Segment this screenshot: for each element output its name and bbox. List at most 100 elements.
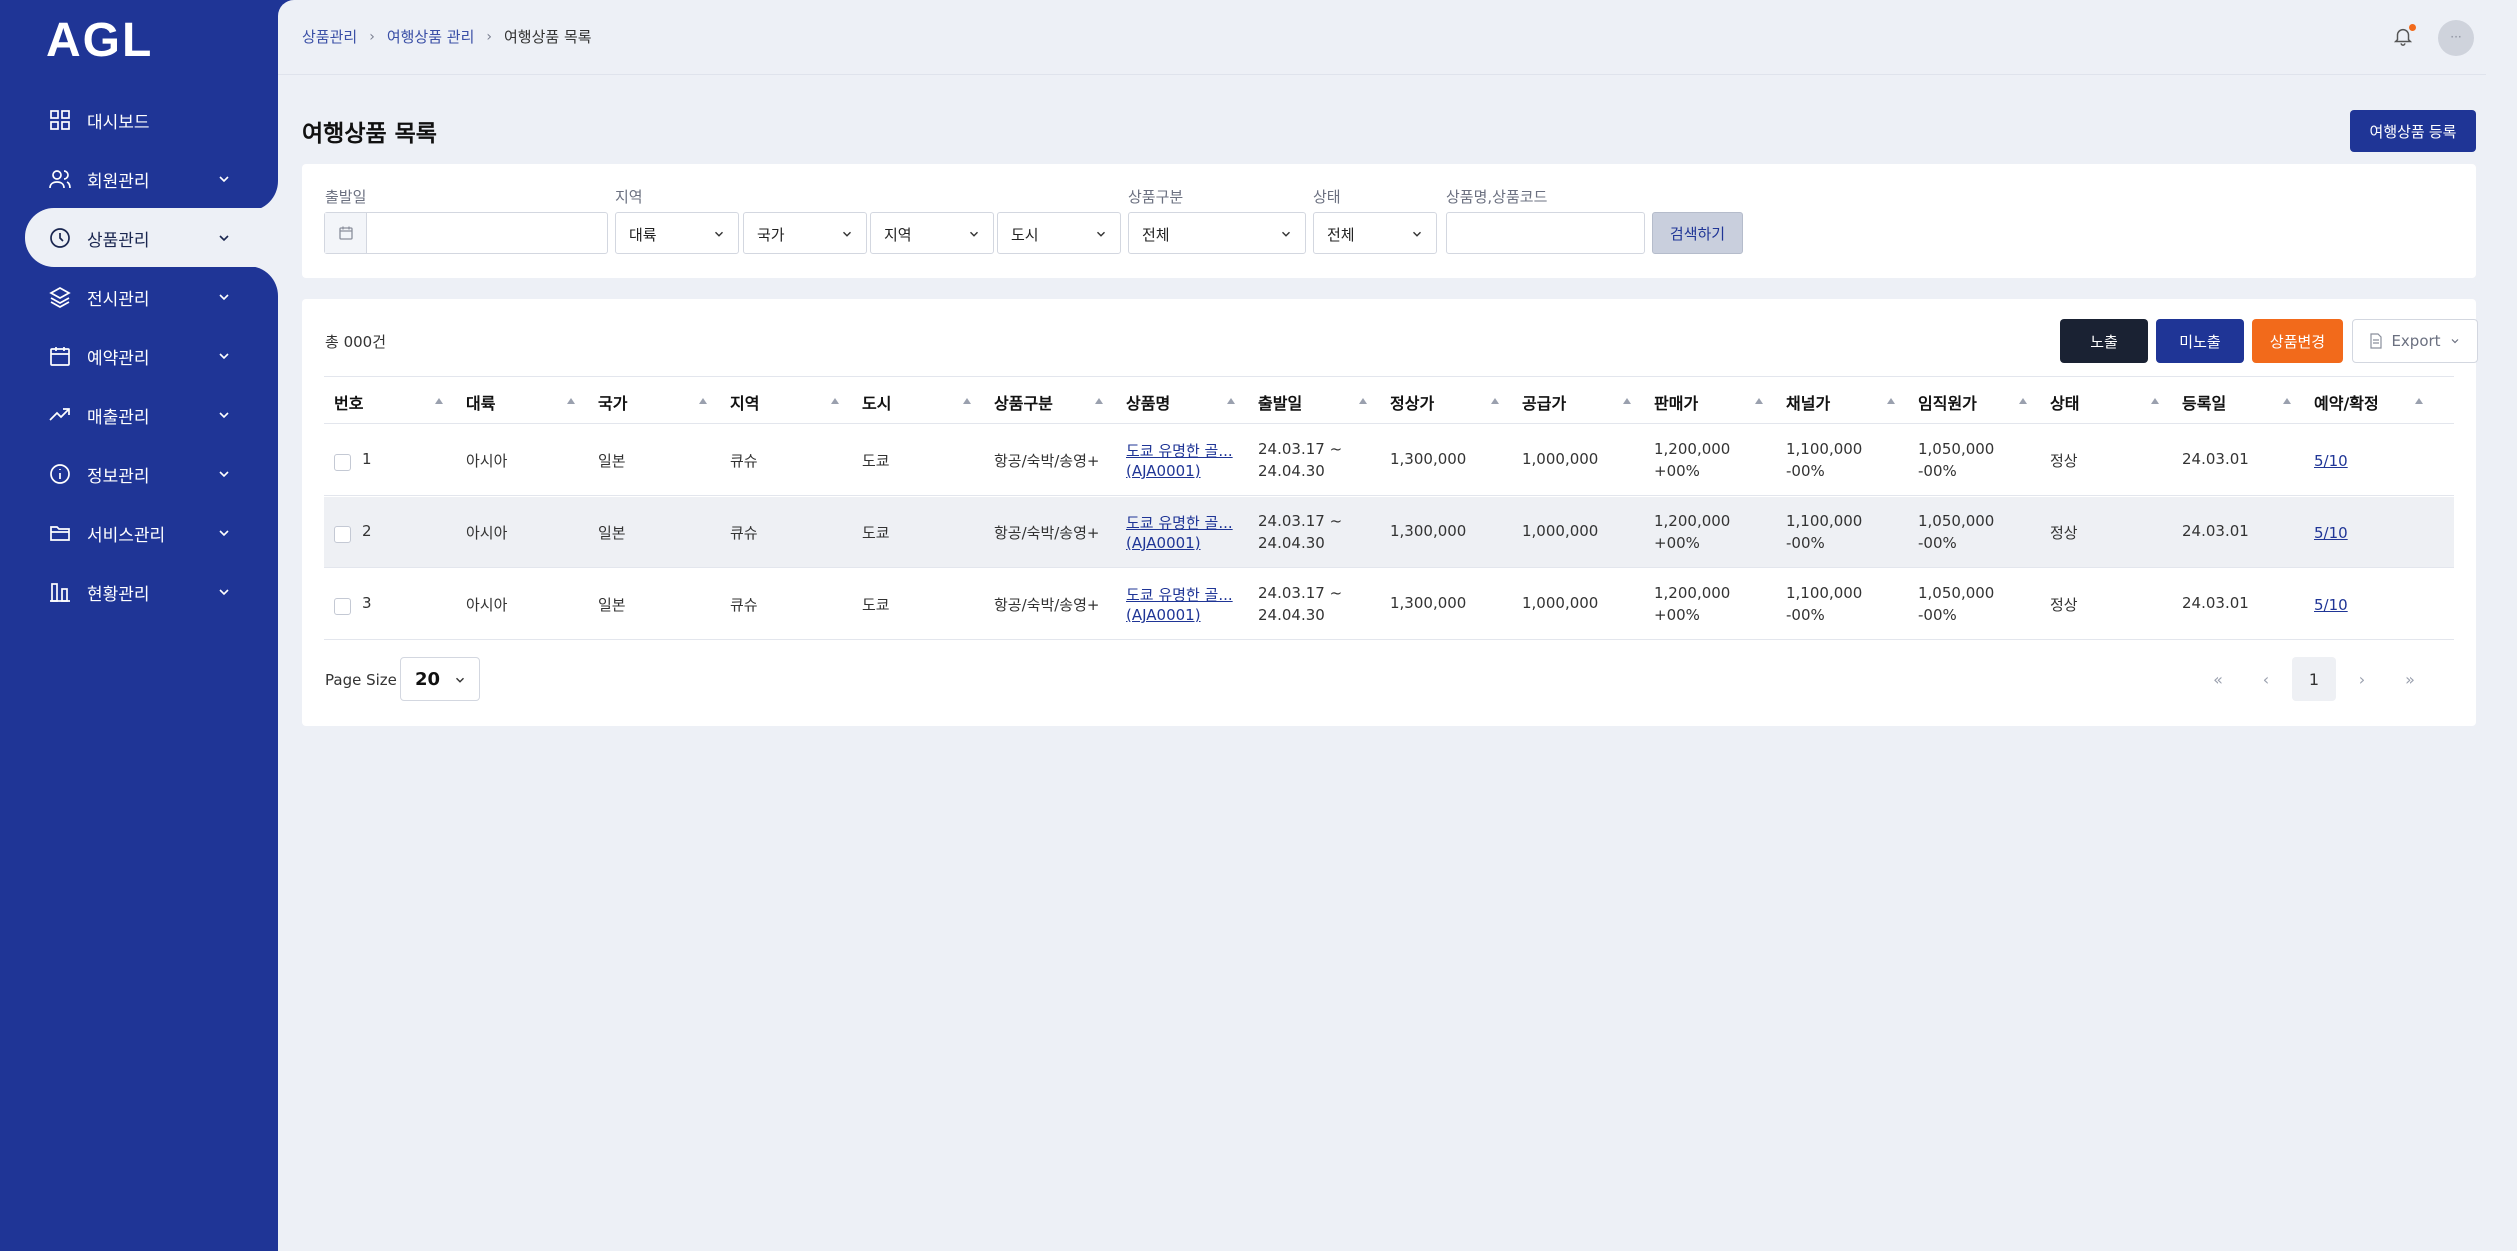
avatar[interactable]: ··· (2438, 20, 2474, 56)
product-name-link[interactable]: 도쿄 유명한 골... (1126, 512, 1233, 533)
column-header[interactable]: 등록일 (2182, 390, 2226, 414)
chevron-down-icon (2451, 339, 2458, 344)
sidebar-item-info[interactable]: 정보관리 (0, 444, 278, 503)
chevron-down-icon (1282, 231, 1290, 237)
sort-icon[interactable] (962, 397, 972, 405)
register-product-button[interactable]: 여행상품 등록 (2350, 110, 2476, 152)
sort-icon[interactable] (1754, 397, 1764, 405)
sidebar-item-dashboard[interactable]: 대시보드 (0, 90, 278, 149)
first-page-button[interactable]: « (2196, 657, 2240, 701)
status-select[interactable]: 전체 (1313, 212, 1437, 254)
country-select[interactable]: 국가 (743, 212, 867, 254)
breadcrumb-item[interactable]: 여행상품 관리 (387, 26, 475, 47)
search-button[interactable]: 검색하기 (1652, 212, 1743, 254)
booking-link[interactable]: 5/10 (2314, 452, 2348, 470)
sort-icon[interactable] (1490, 397, 1500, 405)
column-header[interactable]: 임직원가 (1918, 390, 1977, 414)
document-icon (2370, 333, 2383, 349)
column-header[interactable]: 상품명 (1126, 390, 1170, 414)
sort-icon[interactable] (1886, 397, 1896, 405)
product-code-link[interactable]: (AJA0001) (1126, 606, 1201, 624)
status-label: 상태 (1313, 188, 1341, 206)
cell-category: 항공/숙박/송영+ (994, 524, 1100, 542)
change-product-button[interactable]: 상품변경 (2252, 319, 2343, 363)
row-checkbox[interactable] (334, 598, 351, 615)
category-select[interactable]: 전체 (1128, 212, 1306, 254)
select-value: 국가 (757, 226, 785, 244)
sidebar-item-display[interactable]: 전시관리 (0, 267, 278, 326)
column-header[interactable]: 상품구분 (994, 390, 1053, 414)
sort-icon[interactable] (2414, 397, 2424, 405)
row-checkbox[interactable] (334, 454, 351, 471)
sidebar-item-products[interactable]: 상품관리 (25, 208, 278, 267)
sort-icon[interactable] (1094, 397, 1104, 405)
column-header[interactable]: 판매가 (1654, 390, 1698, 414)
column-header[interactable]: 지역 (730, 390, 759, 414)
hide-button[interactable]: 미노출 (2156, 319, 2244, 363)
calendar-icon (339, 226, 353, 240)
sort-icon[interactable] (1226, 397, 1236, 405)
column-header[interactable]: 대륙 (466, 390, 495, 414)
page-number-current[interactable]: 1 (2292, 657, 2336, 701)
cell-no: 3 (362, 594, 372, 612)
sort-icon[interactable] (566, 397, 576, 405)
cell-continent: 아시아 (466, 524, 508, 542)
select-value: 대륙 (629, 226, 657, 244)
column-header[interactable]: 출발일 (1258, 390, 1302, 414)
sort-icon[interactable] (2150, 397, 2160, 405)
show-button[interactable]: 노출 (2060, 319, 2148, 363)
sort-icon[interactable] (2282, 397, 2292, 405)
sort-icon[interactable] (1622, 397, 1632, 405)
column-header[interactable]: 예약/확정 (2314, 390, 2379, 414)
sidebar-item-status[interactable]: 현황관리 (0, 562, 278, 621)
row-checkbox[interactable] (334, 526, 351, 543)
table-row[interactable]: 2 아시아 일본 큐슈 도쿄 항공/숙박/송영+ 도쿄 유명한 골... (AJ… (324, 497, 2454, 568)
sidebar-item-services[interactable]: 서비스관리 (0, 503, 278, 562)
table-row[interactable]: 1 아시아 일본 큐슈 도쿄 항공/숙박/송영+ 도쿄 유명한 골... (AJ… (324, 425, 2454, 496)
table-row[interactable]: 3 아시아 일본 큐슈 도쿄 항공/숙박/송영+ 도쿄 유명한 골... (AJ… (324, 569, 2454, 640)
sort-icon[interactable] (698, 397, 708, 405)
sidebar-item-members[interactable]: 회원관리 (0, 149, 278, 208)
page-size-value: 20 (415, 669, 441, 690)
users-icon (49, 170, 71, 189)
sidebar-item-label: 현황관리 (87, 585, 150, 605)
sort-icon[interactable] (2018, 397, 2028, 405)
product-code-link[interactable]: (AJA0001) (1126, 462, 1201, 480)
region-select[interactable]: 지역 (870, 212, 994, 254)
region-label: 지역 (615, 188, 643, 206)
sidebar-item-reservations[interactable]: 예약관리 (0, 326, 278, 385)
column-header[interactable]: 공급가 (1522, 390, 1566, 414)
booking-link[interactable]: 5/10 (2314, 524, 2348, 542)
next-page-button[interactable]: › (2340, 657, 2384, 701)
city-select[interactable]: 도시 (997, 212, 1121, 254)
cell-departure-to: 24.04.30 (1258, 534, 1325, 552)
continent-select[interactable]: 대륙 (615, 212, 739, 254)
column-header[interactable]: 도시 (862, 390, 891, 414)
sort-icon[interactable] (434, 397, 444, 405)
cell-staff-price: 1,050,000 (1918, 584, 1995, 602)
last-page-button[interactable]: » (2388, 657, 2432, 701)
page-size-select[interactable]: 20 (400, 657, 480, 701)
prev-page-button[interactable]: ‹ (2244, 657, 2288, 701)
product-name-link[interactable]: 도쿄 유명한 골... (1126, 584, 1233, 605)
booking-link[interactable]: 5/10 (2314, 596, 2348, 614)
sort-icon[interactable] (830, 397, 840, 405)
sidebar-item-sales[interactable]: 매출관리 (0, 385, 278, 444)
breadcrumb-item[interactable]: 상품관리 (302, 26, 357, 47)
column-header[interactable]: 번호 (334, 390, 363, 414)
cell-departure-to: 24.04.30 (1258, 462, 1325, 480)
keyword-input[interactable] (1446, 212, 1645, 254)
export-button[interactable]: Export (2352, 319, 2478, 363)
column-header[interactable]: 채널가 (1786, 390, 1830, 414)
product-name-link[interactable]: 도쿄 유명한 골... (1126, 440, 1233, 461)
sort-icon[interactable] (1358, 397, 1368, 405)
departure-date-field[interactable] (324, 212, 608, 254)
column-header[interactable]: 정상가 (1390, 390, 1434, 414)
select-value: 도시 (1011, 226, 1039, 244)
column-header[interactable]: 상태 (2050, 390, 2079, 414)
chevron-down-icon (843, 231, 851, 237)
column-header[interactable]: 국가 (598, 390, 627, 414)
agl-logo[interactable]: AGL (46, 18, 212, 60)
cell-region: 큐슈 (730, 524, 758, 542)
product-code-link[interactable]: (AJA0001) (1126, 534, 1201, 552)
